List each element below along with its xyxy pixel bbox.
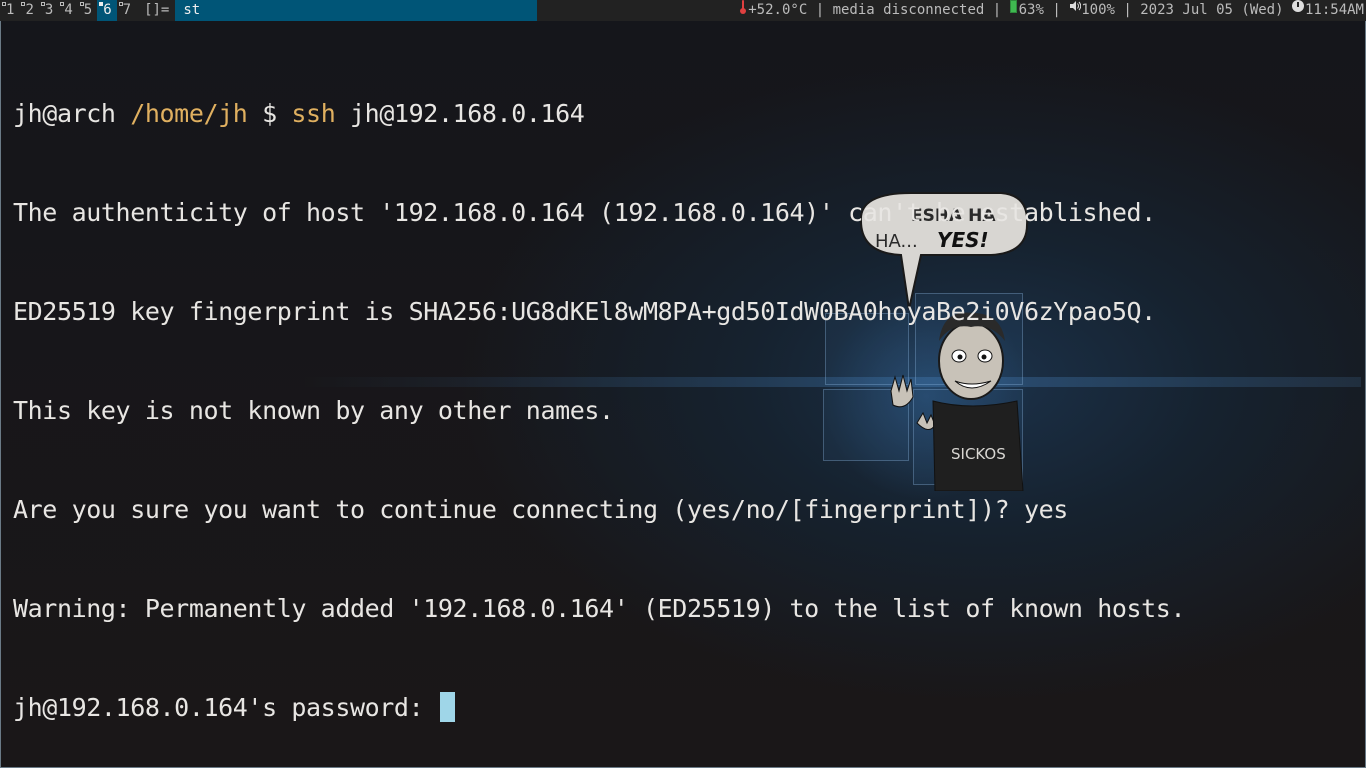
prompt-user-host: jh@arch [13,99,116,128]
battery-level: 63% [1018,2,1044,18]
volume-level: 100% [1081,2,1115,18]
output-line: Are you sure you want to continue connec… [13,495,1068,524]
window-title: st [175,0,538,21]
tag-label: 3 [44,2,54,18]
temperature: +52.0°C [748,2,808,18]
network-status: media disconnected [832,2,985,18]
output-line: ED25519 key fingerprint is SHA256:UG8dKE… [13,297,1156,326]
tag-label: 4 [64,2,73,18]
command-args: jh@192.168.0.164 [350,99,585,128]
status-text: +52.0°C | media disconnected | 63% | 100… [739,0,1366,21]
tag-label: 7 [122,2,132,18]
battery-icon [1009,0,1017,13]
tag-label: 6 [103,2,112,18]
prompt-symbol: $ [262,99,277,128]
text-cursor [439,692,455,722]
separator: | [815,2,825,18]
tag-label: 2 [25,2,34,18]
occupied-indicator [79,2,84,6]
time: 11:54AM [1304,2,1364,18]
tag-label: 5 [83,2,93,18]
occupied-indicator [118,2,123,6]
thermometer-icon [739,0,747,14]
prompt-path: /home/jh [130,99,248,128]
clock-icon [1291,0,1304,12]
occupied-indicator [60,2,65,6]
output-line: Warning: Permanently added '192.168.0.16… [13,594,1186,623]
tag-1[interactable]: 1 [0,0,19,21]
status-bar: 1 2 3 4 5 6 7 []= st +52.0°C | media dis… [0,0,1366,21]
tag-5[interactable]: 5 [78,0,97,21]
separator: | [992,2,1002,18]
terminal-window[interactable]: ESHA HA HA... YES! SICKOS jh@arch /home/… [0,21,1366,768]
output-line: This key is not known by any other names… [13,396,614,425]
output-line: The authenticity of host '192.168.0.164 … [13,198,1156,227]
tag-6[interactable]: 6 [97,0,117,21]
tag-4[interactable]: 4 [58,0,77,21]
occupied-indicator [2,2,6,6]
date: 2023 Jul 05 (Wed) [1140,2,1284,18]
tag-7[interactable]: 7 [117,0,136,21]
tag-2[interactable]: 2 [19,0,38,21]
separator: | [1123,2,1132,18]
occupied-indicator [40,2,45,6]
password-prompt: jh@192.168.0.164's password: [13,693,438,722]
command-name: ssh [291,99,336,128]
tag-3[interactable]: 3 [39,0,58,21]
occupied-indicator [99,2,104,6]
separator: | [1052,2,1061,18]
prompt-line: jh@arch /home/jh $ ssh jh@192.168.0.164 [13,97,1185,130]
speaker-icon [1070,1,1082,11]
occupied-indicator [21,2,26,6]
terminal-output: jh@arch /home/jh $ ssh jh@192.168.0.164 … [13,31,1186,767]
tag-label: 1 [6,2,15,18]
password-line[interactable]: jh@192.168.0.164's password: [13,691,1185,724]
layout-symbol[interactable]: []= [136,0,175,21]
